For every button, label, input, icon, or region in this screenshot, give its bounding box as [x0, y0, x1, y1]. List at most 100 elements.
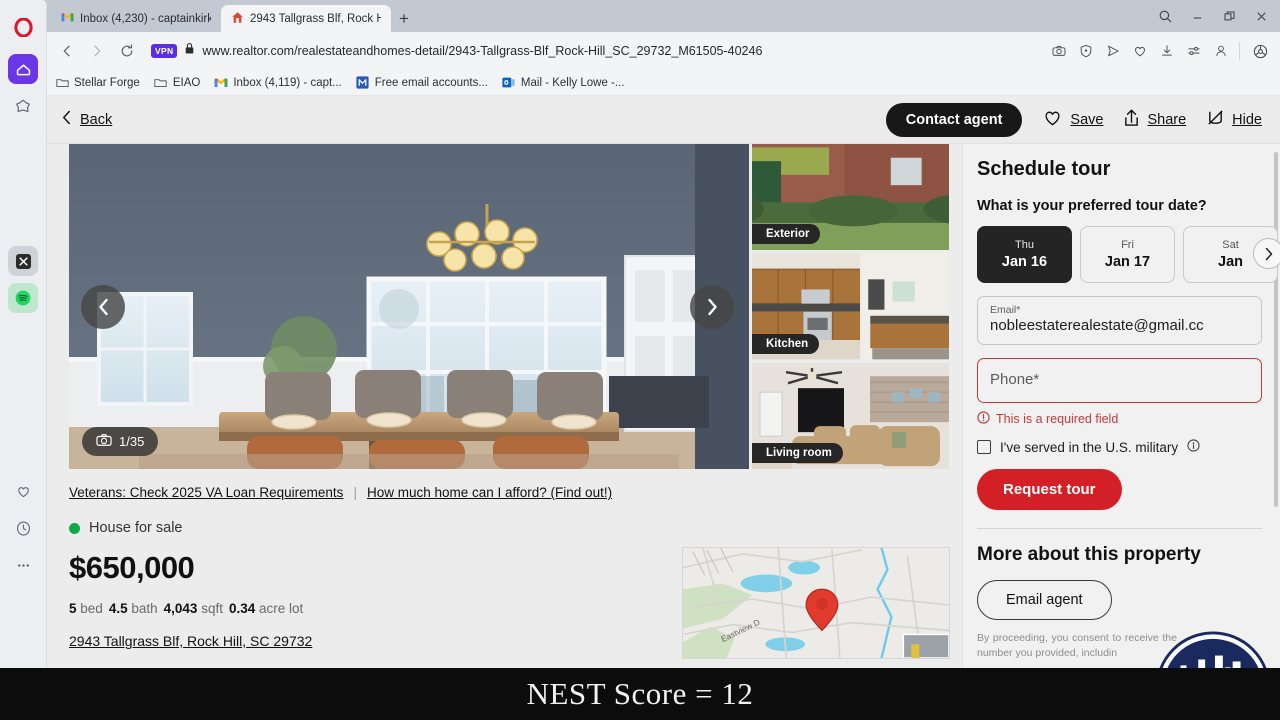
fact-sqft: 4,043 sqft: [163, 601, 223, 616]
request-tour-button[interactable]: Request tour: [977, 469, 1122, 510]
listing-main: 1/35 Exterior Kitchen Living room Vetera…: [47, 144, 962, 700]
realtor-house-icon: [231, 11, 244, 27]
contact-agent-button[interactable]: Contact agent: [885, 102, 1023, 137]
location-map[interactable]: Eastview D: [682, 547, 950, 659]
photo-count-label: 1/35: [119, 434, 145, 449]
fact-bath: 4.5 bath: [108, 601, 158, 616]
chip-date: Jan 17: [1104, 254, 1151, 270]
reload-icon[interactable]: [113, 37, 141, 65]
folder-icon: [154, 76, 168, 90]
tab-inbox[interactable]: Inbox (4,230) - captainkirk: [51, 5, 221, 32]
consent-fine-print: By proceeding, you consent to receive th…: [977, 632, 1177, 660]
opera-logo[interactable]: [8, 12, 38, 42]
thumbnail-exterior[interactable]: Exterior: [752, 144, 949, 251]
sliders-icon[interactable]: [1181, 38, 1206, 64]
favorites-heart-icon[interactable]: [8, 476, 38, 506]
gallery-next-button[interactable]: [690, 284, 734, 329]
email-field[interactable]: Email* nobleestaterealestate@gmail.cc: [977, 296, 1262, 345]
listing-header: Back Contact agent Save Share Hide: [47, 96, 1280, 144]
phone-field[interactable]: Phone*: [977, 358, 1262, 403]
camera-icon[interactable]: [1046, 38, 1071, 64]
more-about-title: More about this property: [977, 544, 1201, 565]
share-label: Share: [1147, 111, 1187, 128]
thumbnail-kitchen[interactable]: Kitchen: [752, 253, 949, 360]
bookmark-inbox[interactable]: Inbox (4,119) - capt...: [214, 76, 342, 90]
heart-icon: [1042, 108, 1063, 131]
hero-photo[interactable]: 1/35: [69, 144, 749, 469]
download-icon[interactable]: [1154, 38, 1179, 64]
home-icon[interactable]: [8, 54, 38, 84]
window-controls: [1150, 0, 1276, 32]
chip-dow: Thu: [1015, 239, 1034, 251]
tab-realtor-listing[interactable]: 2943 Tallgrass Blf, Rock H: [221, 5, 391, 32]
folder-icon: [55, 76, 69, 90]
tour-date-fri[interactable]: Fri Jan 17: [1080, 226, 1175, 283]
military-label: I've served in the U.S. military: [1000, 439, 1179, 455]
tab-strip: Inbox (4,230) - captainkirk 2943 Tallgra…: [47, 0, 1280, 32]
hide-button[interactable]: Hide: [1206, 108, 1262, 131]
back-icon[interactable]: [53, 37, 81, 65]
thumbnail-label: Exterior: [752, 224, 821, 245]
tour-date-next-button[interactable]: [1253, 238, 1280, 269]
new-tab-button[interactable]: +: [391, 6, 417, 32]
address-bar-icons: [1046, 37, 1274, 65]
affordability-link[interactable]: How much home can I afford? (Find out!): [367, 485, 612, 500]
sidebar-scrollbar[interactable]: [1274, 152, 1278, 507]
send-icon[interactable]: [1100, 38, 1125, 64]
divider: [1239, 42, 1240, 60]
share-button[interactable]: Share: [1123, 108, 1186, 131]
more-dots-icon[interactable]: [8, 550, 38, 580]
hide-label: Hide: [1232, 111, 1262, 128]
thumbnail-living-room[interactable]: Living room: [752, 362, 949, 469]
military-checkbox-row[interactable]: I've served in the U.S. military: [977, 439, 1262, 455]
spotify-icon[interactable]: [8, 283, 38, 313]
heart-icon[interactable]: [1127, 38, 1152, 64]
thumbnail-label: Living room: [752, 442, 843, 463]
bookmark-label: Free email accounts...: [374, 76, 488, 89]
phone-placeholder: Phone*: [990, 371, 1040, 388]
vpn-badge[interactable]: VPN: [151, 44, 178, 58]
bookmark-stellar-forge[interactable]: Stellar Forge: [55, 76, 140, 90]
va-loan-link[interactable]: Veterans: Check 2025 VA Loan Requirement…: [69, 485, 343, 500]
url-input[interactable]: VPN www.realtor.com/realestateandhomes-d…: [143, 37, 1044, 65]
email-label: Email*: [990, 304, 1021, 316]
gmail-icon: [214, 76, 228, 90]
error-text: This is a required field: [996, 412, 1119, 426]
minimize-icon[interactable]: [1182, 2, 1212, 30]
x-twitter-icon[interactable]: [8, 246, 38, 276]
tour-date-thu[interactable]: Thu Jan 16: [977, 226, 1072, 283]
forward-icon[interactable]: [83, 37, 111, 65]
tour-date-chips: Thu Jan 16 Fri Jan 17 Sat Jan: [977, 226, 1280, 283]
email-agent-button[interactable]: Email agent: [977, 580, 1112, 620]
steering-wheel-icon[interactable]: [1246, 37, 1274, 65]
bookmark-mail-kelly-lowe[interactable]: Mail - Kelly Lowe -...: [502, 76, 625, 90]
gallery-prev-button[interactable]: [81, 284, 125, 329]
bookmark-eiao[interactable]: EIAO: [154, 76, 200, 90]
person-icon[interactable]: [1208, 38, 1233, 64]
header-actions: Contact agent Save Share Hide: [885, 102, 1262, 137]
realtor-page: Back Contact agent Save Share Hide 1/35 …: [47, 96, 1280, 700]
info-icon[interactable]: [1187, 439, 1200, 455]
history-clock-icon[interactable]: [8, 513, 38, 543]
back-button[interactable]: Back: [61, 110, 112, 129]
star-icon[interactable]: [8, 91, 38, 121]
bookmark-label: Mail - Kelly Lowe -...: [520, 76, 625, 89]
save-button[interactable]: Save: [1042, 108, 1103, 131]
bookmark-label: Stellar Forge: [74, 76, 140, 89]
restore-icon[interactable]: [1214, 2, 1244, 30]
bookmark-free-email-accounts[interactable]: Free email accounts...: [356, 76, 488, 90]
email-value: nobleestaterealestate@gmail.cc: [990, 317, 1204, 334]
save-label: Save: [1070, 111, 1104, 128]
status-dot: [69, 522, 80, 534]
nest-score-text: NEST Score = 12: [526, 676, 754, 711]
photo-counter[interactable]: 1/35: [82, 427, 159, 456]
fact-bed: 5 bed: [69, 601, 103, 616]
schedule-tour-panel: Schedule tour What is your preferred tou…: [962, 144, 1280, 700]
hide-eye-icon: [1206, 108, 1225, 131]
url-text: www.realtor.com/realestateandhomes-detai…: [202, 44, 763, 58]
close-icon[interactable]: [1246, 2, 1276, 30]
search-icon[interactable]: [1150, 2, 1180, 30]
divider: [977, 528, 1262, 529]
shield-icon[interactable]: [1073, 38, 1098, 64]
military-checkbox[interactable]: [977, 440, 991, 454]
